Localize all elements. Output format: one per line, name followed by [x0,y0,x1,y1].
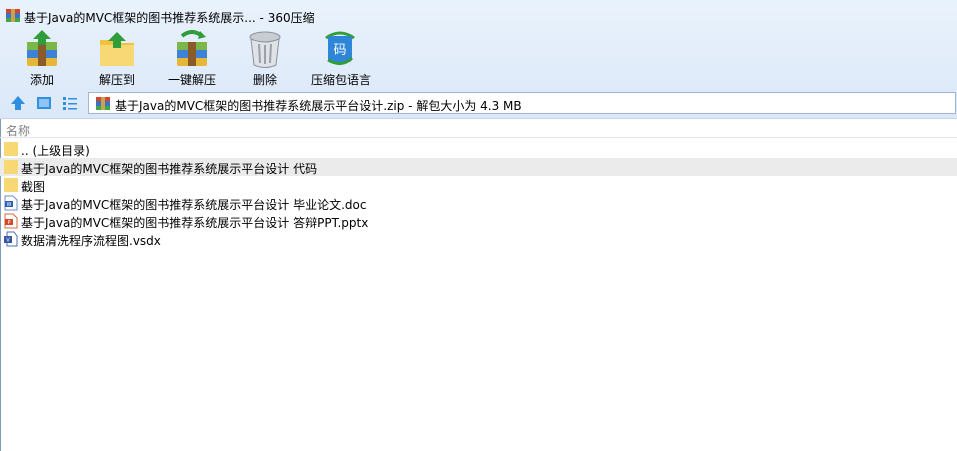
list-item-name: 基于Java的MVC框架的图书推荐系统展示平台设计 答辩PPT.pptx [21,216,369,230]
svg-text:V: V [6,238,10,244]
list-item-code-folder[interactable]: 基于Java的MVC框架的图书推荐系统展示平台设计 代码 [0,158,957,176]
list-item-name: 基于Java的MVC框架的图书推荐系统展示平台设计 代码 [21,162,318,176]
address-text: 基于Java的MVC框架的图书推荐系统展示平台设计.zip - 解包大小为 4.… [115,99,522,113]
add-button-label: 添加 [29,73,54,87]
delete-button[interactable]: 删除 [238,30,292,88]
one-click-extract-label: 一键解压 [167,73,216,87]
list-item-parent-directory[interactable]: .. (上级目录) [0,140,957,158]
folder-icon [4,178,18,192]
column-header[interactable]: 名称 [0,119,957,138]
column-name: 名称 [6,124,31,138]
archive-language-label: 压缩包语言 [310,73,371,87]
extract-to-icon [100,32,134,66]
list-item-name: .. (上级目录) [21,144,90,158]
archive-language-button[interactable]: 码 压缩包语言 [306,30,376,88]
svg-text:码: 码 [333,43,346,58]
powerpoint-icon: P [4,213,18,229]
large-icons-view-icon[interactable] [36,95,52,111]
list-item-screenshots-folder[interactable]: 截图 [0,176,957,194]
address-bar[interactable]: 基于Java的MVC框架的图书推荐系统展示平台设计.zip - 解包大小为 4.… [88,92,956,114]
file-list: 名称 .. (上级目录) 基于Java的MVC框架的图书推荐系统展示平台设计 代… [0,118,957,451]
folder-icon [4,142,18,156]
one-click-extract-button[interactable]: 一键解压 [162,30,222,88]
list-item-name: 数据清洗程序流程图.vsdx [21,234,161,248]
trash-icon [249,31,281,68]
list-view-icon[interactable] [62,95,78,111]
list-item-flowchart-vsdx[interactable]: V 数据清洗程序流程图.vsdx [0,230,957,248]
title-bar: 基于Java的MVC框架的图书推荐系统展示... - 360压缩 [0,0,957,30]
archive-icon [6,9,20,22]
svg-text:W: W [7,202,12,208]
visio-icon: V [4,231,18,247]
extract-to-label: 解压到 [98,73,135,87]
up-arrow-icon[interactable] [10,95,26,111]
folder-icon [4,160,18,174]
add-archive-icon [27,30,57,66]
archive-language-icon: 码 [325,31,355,65]
archive-icon [96,97,110,110]
list-item-thesis-doc[interactable]: W 基于Java的MVC框架的图书推荐系统展示平台设计 毕业论文.doc [0,194,957,212]
add-button[interactable]: 添加 [20,30,64,88]
one-click-extract-icon [177,30,207,66]
word-doc-icon: W [4,195,18,211]
top-panel: 基于Java的MVC框架的图书推荐系统展示... - 360压缩 添加 解压到 [0,0,957,118]
list-item-name: 基于Java的MVC框架的图书推荐系统展示平台设计 毕业论文.doc [21,198,367,212]
navigation-bar: 基于Java的MVC框架的图书推荐系统展示平台设计.zip - 解包大小为 4.… [0,92,957,114]
window-title: 基于Java的MVC框架的图书推荐系统展示... - 360压缩 [24,11,315,25]
list-item-name: 截图 [21,180,46,194]
delete-label: 删除 [252,73,277,87]
list-item-defense-pptx[interactable]: P 基于Java的MVC框架的图书推荐系统展示平台设计 答辩PPT.pptx [0,212,957,230]
extract-to-button[interactable]: 解压到 [92,30,142,88]
svg-text:P: P [7,220,10,226]
